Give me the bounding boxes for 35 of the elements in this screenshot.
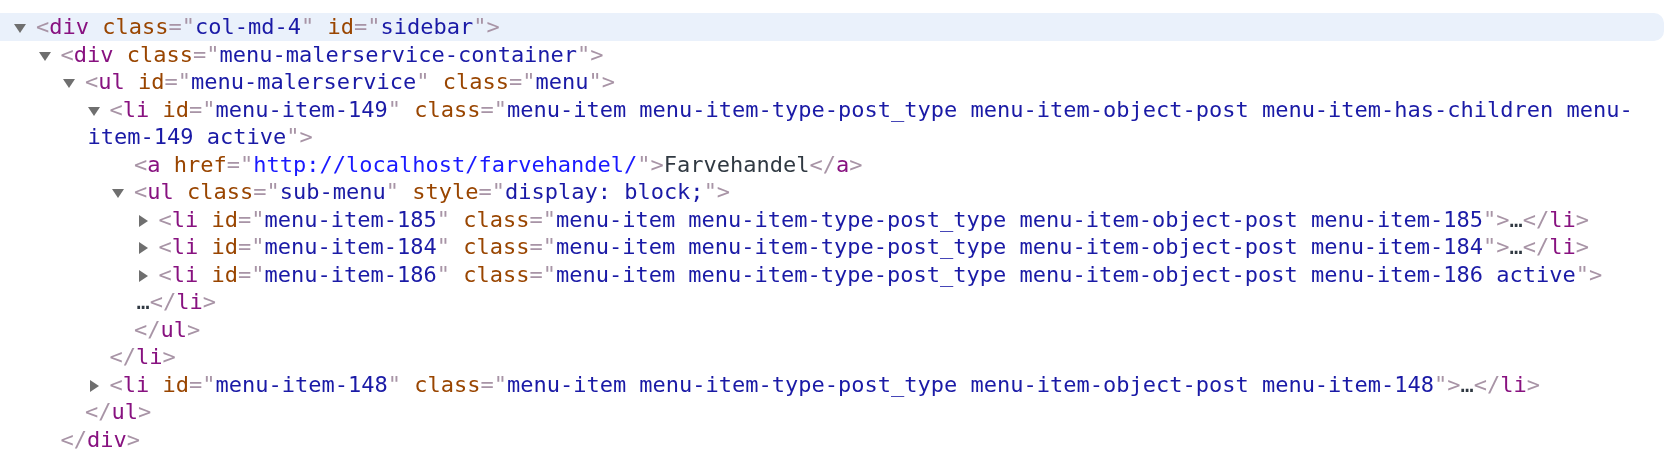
collapse-triangle-icon[interactable] <box>112 187 124 199</box>
html-tag-line: …</li> <box>136 288 216 316</box>
dom-node-row[interactable]: <div class="menu-malerservice-container"> <box>0 40 1668 68</box>
dom-node-row[interactable]: <div class="col-md-4" id="sidebar"> <box>0 13 1664 41</box>
html-tag-line: <div class="menu-malerservice-container"> <box>60 41 604 67</box>
collapse-triangle-icon[interactable] <box>38 49 51 62</box>
dom-node-row[interactable]: <li id="menu-item-148" class="menu-item menu-item-type-post_type menu-item-object-post menu-item-148">…</li> <box>0 370 1668 398</box>
html-tag-line: <li id="menu-item-186" class="menu-item menu-item-type-post_type menu-item-object-post menu-item-186 active"> <box>158 261 1603 287</box>
expand-triangle-icon[interactable] <box>136 242 149 254</box>
dom-node-row[interactable]: <li id="menu-item-185" class="menu-item menu-item-type-post_type menu-item-object-post menu-item-185">…</li> <box>0 205 1668 233</box>
collapse-triangle-icon[interactable] <box>87 104 100 117</box>
html-tag-line: <ul class="sub-menu" style="display: block;"> <box>134 179 731 204</box>
dom-node-row[interactable]: <li id="menu-item-184" class="menu-item menu-item-type-post_type menu-item-object-post menu-item-184">…</li> <box>0 233 1668 261</box>
dom-node-row[interactable]: <a href="http://localhost/farvehandel/">Farvehandel</a> <box>0 150 1668 178</box>
html-tag-line: <li id="menu-item-149" class="menu-item menu-item-type-post_type menu-item-object-post menu-item-has-children menu- <box>109 96 1633 122</box>
html-tag-line: </div> <box>60 426 140 452</box>
dom-node-row[interactable]: <ul id="menu-malerservice" class="menu"> <box>0 68 1668 96</box>
collapse-triangle-icon[interactable] <box>63 77 75 89</box>
html-tag-line: <a href="http://localhost/farvehandel/">Farvehandel</a> <box>134 151 863 177</box>
dom-node-row[interactable]: <li id="menu-item-186" class="menu-item menu-item-type-post_type menu-item-object-post menu-item-186 active"> …</li> <box>0 260 1668 316</box>
html-tag-line: <li id="menu-item-185" class="menu-item menu-item-type-post_type menu-item-object-post menu-item-185">…</li> <box>158 206 1590 232</box>
html-tag-line: <div class="col-md-4" id="sidebar"> <box>36 14 500 39</box>
html-tag-line: <ul id="menu-malerservice" class="menu"> <box>85 69 615 94</box>
html-tag-line: </li> <box>109 344 176 369</box>
dom-node-row[interactable]: <li id="menu-item-149" class="menu-item menu-item-type-post_type menu-item-object-post menu-item-has-children menu- item-149 active"> <box>0 95 1668 151</box>
html-tag-line: <li id="menu-item-148" class="menu-item menu-item-type-post_type menu-item-object-post menu-item-148">…</li> <box>109 371 1541 397</box>
collapse-triangle-icon[interactable] <box>14 22 26 34</box>
html-tag-line: </ul> <box>134 316 201 342</box>
html-tag-line: </ul> <box>85 399 152 424</box>
html-tag-line: item-149 active"> <box>87 123 313 151</box>
expand-triangle-icon[interactable] <box>87 379 100 392</box>
expand-triangle-icon[interactable] <box>136 269 149 282</box>
dom-node-row[interactable]: <ul class="sub-menu" style="display: block;"> <box>0 178 1668 206</box>
html-tag-line: <li id="menu-item-184" class="menu-item menu-item-type-post_type menu-item-object-post menu-item-184">…</li> <box>158 234 1590 259</box>
expand-triangle-icon[interactable] <box>136 214 149 227</box>
